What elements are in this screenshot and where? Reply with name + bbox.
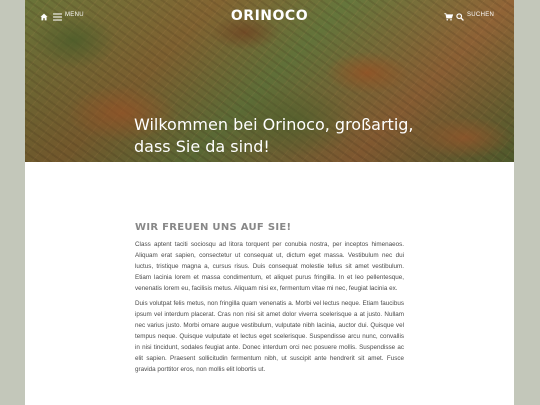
page: MENU ORINOCO SUCHEN Wilkommen bei Orinoc… (25, 0, 514, 405)
top-navigation: MENU ORINOCO SUCHEN (25, 8, 514, 26)
hero-headline-line-2: dass Sie da sind! (134, 136, 270, 156)
hero-headline-line-1: Wilkommen bei Orinoco, großartig, (134, 114, 414, 134)
cart-icon[interactable] (444, 13, 453, 21)
site-logo[interactable]: ORINOCO (25, 8, 514, 24)
main-content: WIR FREUEN UNS AUF SIE! Class aptent tac… (135, 222, 404, 379)
paragraph-1: Class aptent taciti sociosqu ad litora t… (135, 241, 404, 292)
search-icon[interactable] (456, 13, 464, 21)
section-title: WIR FREUEN UNS AUF SIE! (135, 222, 292, 233)
paragraph-2: Duis volutpat felis metus, non fringilla… (135, 300, 404, 373)
search-button[interactable]: SUCHEN (467, 12, 494, 18)
hero-headline: Wilkommen bei Orinoco, großartig, dass S… (134, 114, 434, 158)
